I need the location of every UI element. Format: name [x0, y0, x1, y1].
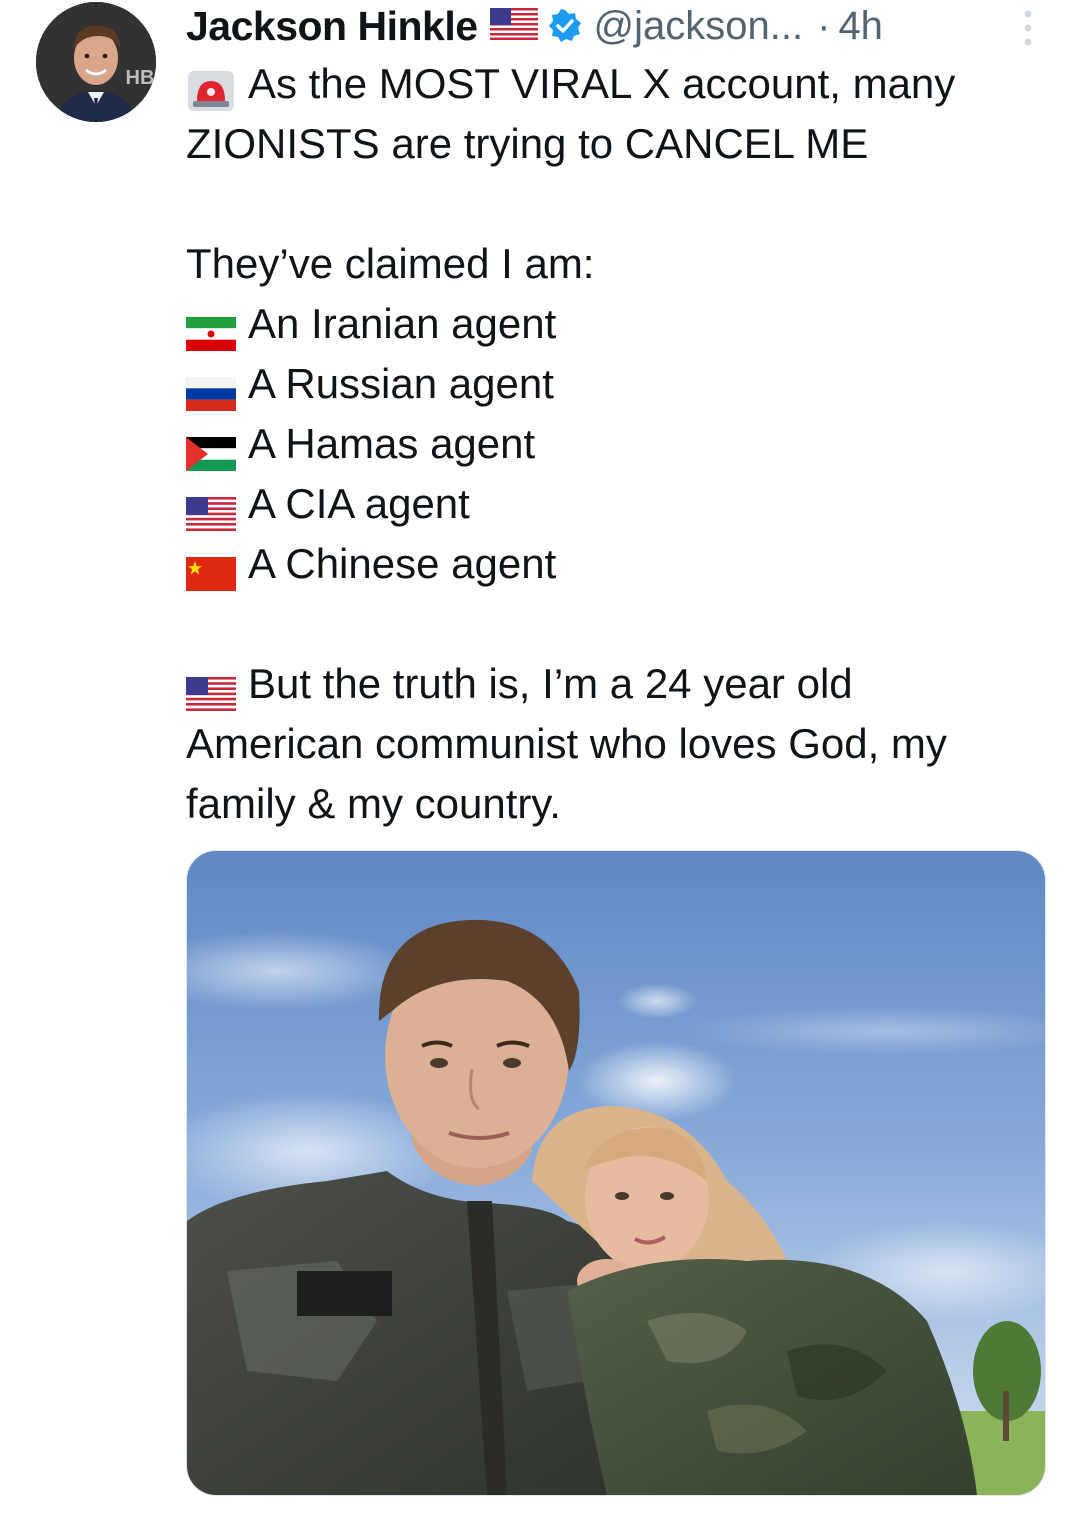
palestine-flag-icon: [186, 427, 236, 471]
tweet-line: A Chinese agent: [186, 534, 1046, 594]
tweet-line: ZIONISTS are trying to CANCEL ME: [186, 114, 1046, 174]
more-options-icon[interactable]: [1016, 6, 1040, 50]
avatar-badge: HB: [126, 67, 155, 89]
tweet-line: A Hamas agent: [186, 414, 1046, 474]
tweet-line-text: An Iranian agent: [248, 300, 557, 347]
us-flag-icon: [489, 7, 538, 45]
tweet-line: A Russian agent: [186, 354, 1046, 414]
tweet-line-text: As the MOST VIRAL X account, many: [248, 60, 956, 107]
russia-flag-icon: [186, 367, 236, 411]
tweet-line: But the truth is, I’m a 24 year old: [186, 654, 1046, 714]
us-flag-icon: [186, 487, 236, 531]
tweet-header: Jackson Hinkle @jackson... · 4h: [186, 0, 1040, 52]
tweet-line-text: A Chinese agent: [248, 540, 557, 587]
tweet-line-text: They’ve claimed I am:: [186, 240, 595, 287]
tweet-line-text: family & my country.: [186, 780, 561, 827]
tweet-line-text: A Hamas agent: [248, 420, 536, 467]
china-flag-icon: [186, 547, 236, 591]
iran-flag-icon: [186, 307, 236, 351]
tweet-line-text: But the truth is, I’m a 24 year old: [248, 660, 853, 707]
tweet-line-text: ZIONISTS are trying to CANCEL ME: [186, 120, 869, 167]
tweet-body: As the MOST VIRAL X account, many ZIONIS…: [186, 54, 1046, 834]
tweet-line: An Iranian agent: [186, 294, 1046, 354]
tweet-line: American communist who loves God, my: [186, 714, 1046, 774]
author-avatar[interactable]: HB: [36, 2, 156, 122]
separator-dot: ·: [817, 3, 831, 48]
tweet-line: They’ve claimed I am:: [186, 234, 1046, 294]
selfie-photo: [187, 851, 1045, 1495]
tweet-photo[interactable]: [186, 850, 1046, 1496]
verified-badge-icon[interactable]: [548, 9, 582, 43]
tweet-line: A CIA agent: [186, 474, 1046, 534]
author-display-name[interactable]: Jackson Hinkle: [186, 3, 478, 50]
tweet-line-text: A CIA agent: [248, 480, 470, 527]
tweet-line-text: American communist who loves God, my: [186, 720, 947, 767]
avatar-image: HB: [36, 2, 156, 122]
tweet-line: As the MOST VIRAL X account, many: [186, 54, 1046, 114]
tweet-timestamp[interactable]: 4h: [838, 4, 883, 49]
author-handle[interactable]: @jackson...: [594, 4, 804, 49]
tweet-line-text: A Russian agent: [248, 360, 554, 407]
us-flag-icon: [186, 667, 236, 711]
rotating-light-icon: [186, 67, 236, 111]
tweet-line: family & my country.: [186, 774, 1046, 834]
